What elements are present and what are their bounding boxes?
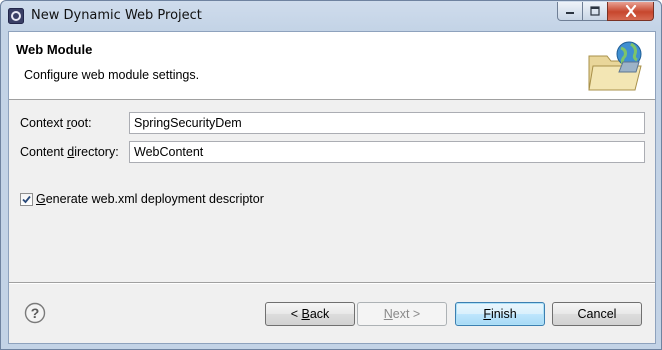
page-title: Web Module xyxy=(16,42,93,57)
finish-button[interactable]: Finish xyxy=(455,302,545,326)
help-icon[interactable]: ? xyxy=(24,302,46,324)
context-root-label: Context root: xyxy=(20,116,92,130)
close-button[interactable] xyxy=(607,2,654,21)
dialog-window: New Dynamic Web Project Web Module Confi… xyxy=(0,0,662,350)
content-directory-label: Content directory: xyxy=(20,145,119,159)
page-description: Configure web module settings. xyxy=(24,68,200,82)
close-icon xyxy=(625,5,636,17)
next-button[interactable]: Next > xyxy=(357,302,447,326)
content-directory-input[interactable] xyxy=(129,141,645,163)
svg-text:?: ? xyxy=(31,305,40,321)
checkmark-icon xyxy=(22,195,31,204)
eclipse-app-icon xyxy=(8,8,24,24)
title-bar[interactable]: New Dynamic Web Project xyxy=(1,1,661,31)
footer-separator xyxy=(9,282,655,284)
back-button[interactable]: < Back xyxy=(265,302,355,326)
context-root-input[interactable] xyxy=(129,112,645,134)
window-title: New Dynamic Web Project xyxy=(31,8,202,23)
cancel-button[interactable]: Cancel xyxy=(552,302,642,326)
minimize-button[interactable] xyxy=(557,2,583,21)
generate-web-xml-checkbox[interactable] xyxy=(20,193,33,206)
maximize-icon xyxy=(590,6,600,16)
dialog-client-area: Web Module Configure web module settings… xyxy=(8,31,656,344)
maximize-button[interactable] xyxy=(582,2,608,21)
generate-web-xml-label[interactable]: Generate web.xml deployment descriptor xyxy=(36,192,264,206)
minimize-icon xyxy=(566,12,574,14)
wizard-header: Web Module Configure web module settings… xyxy=(9,32,655,100)
web-project-folder-globe-icon xyxy=(588,41,642,91)
